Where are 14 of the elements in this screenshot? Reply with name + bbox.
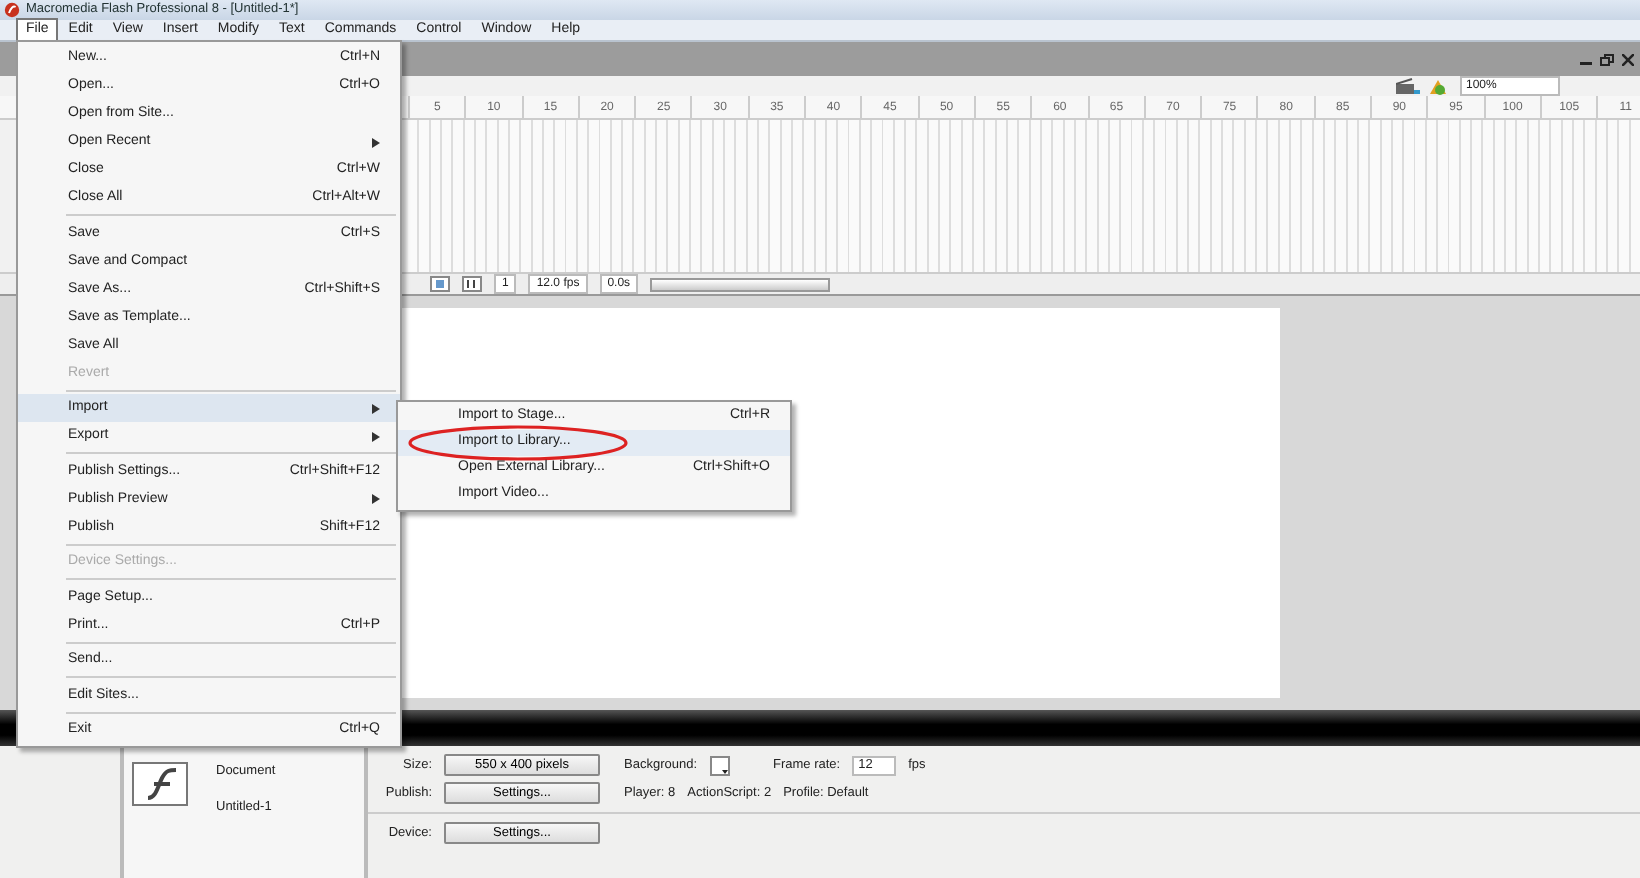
app-icon [4, 2, 20, 18]
submenu-arrow-icon [372, 137, 380, 147]
timeline-scrollbar[interactable] [650, 277, 831, 291]
flash-document-icon [132, 762, 188, 806]
restore-icon [1600, 53, 1614, 65]
submenu-arrow-icon [372, 494, 380, 504]
submenu-arrow-icon [372, 431, 380, 441]
color-swatch [709, 755, 729, 775]
close-icon [1622, 53, 1634, 65]
symbol-icon [1428, 77, 1452, 95]
scene-icon [1396, 77, 1420, 95]
onion-skin-icon [430, 276, 450, 292]
submenu-arrow-icon [372, 403, 380, 413]
edit-frames-icon [462, 276, 482, 292]
